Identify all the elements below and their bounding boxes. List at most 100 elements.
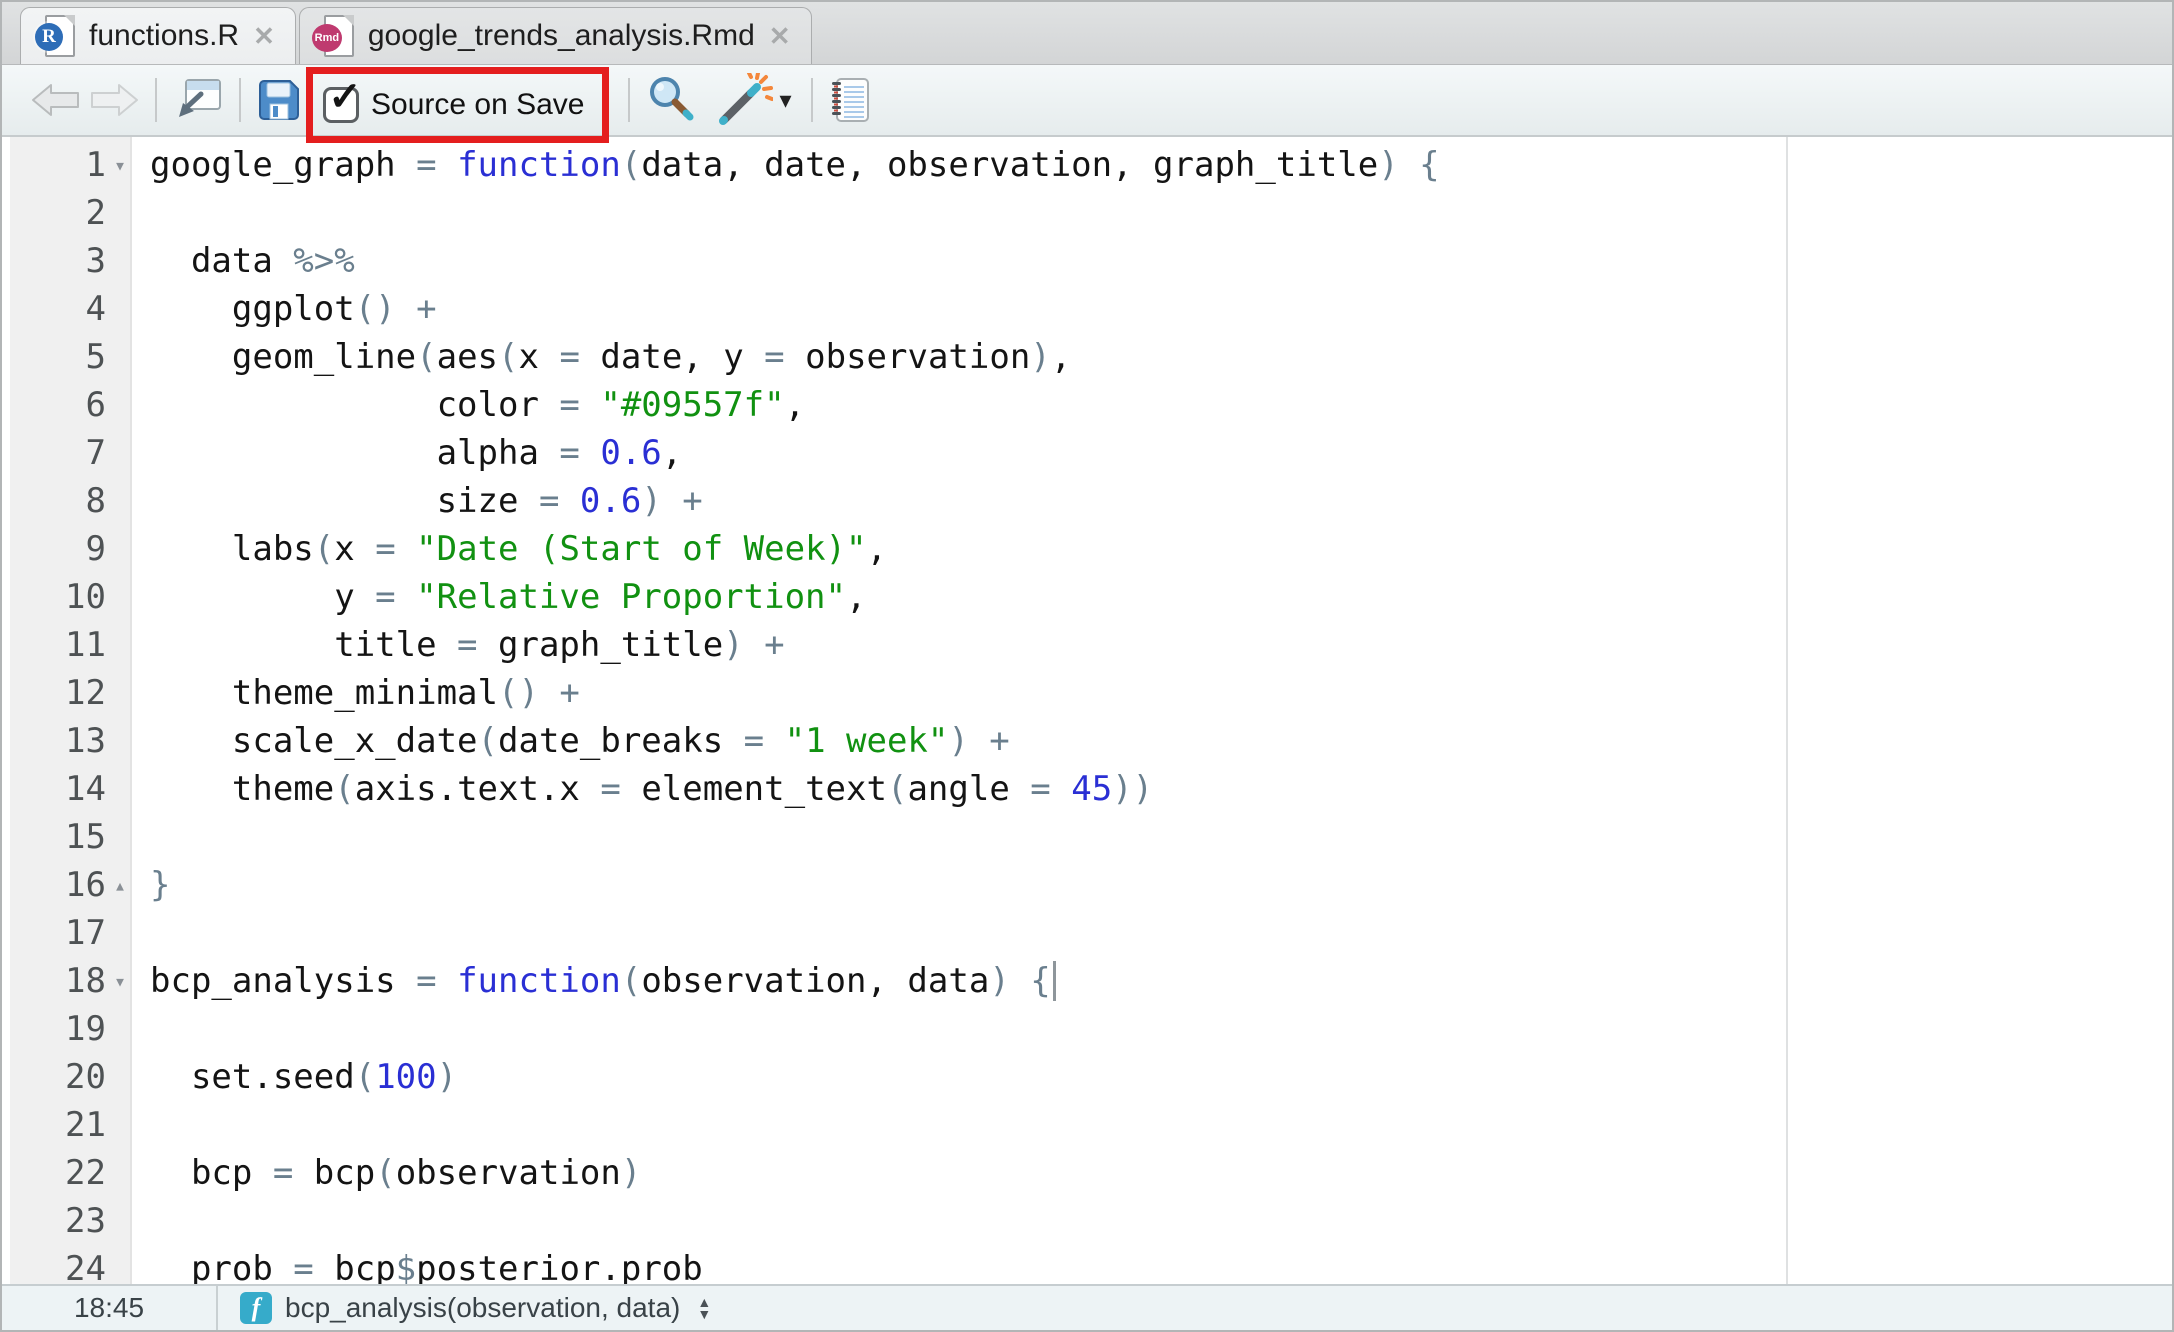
close-tab-icon[interactable]: ✕	[769, 23, 791, 49]
code-text: geom_line(aes(x = date, y = observation)…	[134, 337, 1071, 377]
checkmark-icon: ✓	[328, 74, 362, 120]
line-number: 5	[2, 337, 106, 377]
save-button[interactable]	[256, 77, 302, 123]
line-number: 22	[2, 1153, 106, 1193]
toolbar-separator	[239, 78, 241, 122]
popout-window-icon	[172, 77, 224, 123]
code-line[interactable]: 17	[2, 909, 2172, 957]
scope-updown-icon: ▲ ▼	[697, 1296, 711, 1320]
line-number: 11	[2, 625, 106, 665]
code-text: title = graph_title) +	[134, 625, 785, 665]
line-number: 14	[2, 769, 106, 809]
line-number: 24	[2, 1249, 106, 1284]
line-number: 2	[2, 193, 106, 233]
line-number: 23	[2, 1201, 106, 1241]
tab-google-trends-analysis-rmd[interactable]: Rmd google_trends_analysis.Rmd ✕	[299, 7, 812, 64]
back-button[interactable]	[30, 80, 82, 120]
code-text: set.seed(100)	[134, 1057, 457, 1097]
line-number: 7	[2, 433, 106, 473]
source-on-save-highlight: ✓ Source on Save	[306, 67, 609, 143]
tab-bar: R functions.R ✕ Rmd google_trends_analys…	[2, 2, 2172, 65]
r-file-icon: R	[37, 14, 77, 58]
code-line[interactable]: 6 color = "#09557f",	[2, 381, 2172, 429]
forward-button[interactable]	[88, 80, 140, 120]
code-tools-caret-icon[interactable]: ▾	[779, 86, 791, 115]
code-line[interactable]: 15	[2, 813, 2172, 861]
code-line[interactable]: 11 title = graph_title) +	[2, 621, 2172, 669]
cursor-position[interactable]: 18:45	[2, 1286, 218, 1330]
code-line[interactable]: 12 theme_minimal() +	[2, 669, 2172, 717]
code-line[interactable]: 1▾google_graph = function(data, date, ob…	[2, 141, 2172, 189]
code-line[interactable]: 14 theme(axis.text.x = element_text(angl…	[2, 765, 2172, 813]
compile-notebook-button[interactable]	[828, 76, 872, 124]
code-line[interactable]: 2	[2, 189, 2172, 237]
code-line[interactable]: 21	[2, 1101, 2172, 1149]
code-text: theme(axis.text.x = element_text(angle =…	[134, 769, 1153, 809]
toolbar-separator	[811, 78, 813, 122]
tab-label: functions.R	[89, 19, 239, 53]
line-number: 9	[2, 529, 106, 569]
code-line[interactable]: 18▾bcp_analysis = function(observation, …	[2, 957, 2172, 1005]
code-text: theme_minimal() +	[134, 673, 580, 713]
source-on-save-label: Source on Save	[371, 88, 584, 122]
line-number: 19	[2, 1009, 106, 1049]
show-in-new-window-button[interactable]	[172, 77, 224, 123]
code-text: bcp = bcp(observation)	[134, 1153, 641, 1193]
code-text: }	[134, 865, 170, 905]
code-text: y = "Relative Proportion",	[134, 577, 866, 617]
tab-functions-r[interactable]: R functions.R ✕	[20, 7, 296, 64]
line-number: 18	[2, 961, 106, 1001]
fold-down-icon[interactable]: ▾	[106, 153, 134, 177]
magic-wand-icon	[711, 73, 773, 127]
fold-up-icon[interactable]: ▴	[106, 873, 134, 897]
rmd-badge-icon: Rmd	[312, 24, 342, 52]
editor-toolbar: ✓ Source on Save	[2, 65, 2172, 137]
code-lines: 1▾google_graph = function(data, date, ob…	[2, 141, 2172, 1284]
line-number: 6	[2, 385, 106, 425]
line-number: 8	[2, 481, 106, 521]
toolbar-separator	[155, 78, 157, 122]
code-line[interactable]: 9 labs(x = "Date (Start of Week)",	[2, 525, 2172, 573]
line-number: 13	[2, 721, 106, 761]
code-text: size = 0.6) +	[134, 481, 703, 521]
code-text: ggplot() +	[134, 289, 437, 329]
code-line[interactable]: 5 geom_line(aes(x = date, y = observatio…	[2, 333, 2172, 381]
code-line[interactable]: 16▴}	[2, 861, 2172, 909]
scope-label: bcp_analysis(observation, data)	[285, 1292, 680, 1324]
code-text: scale_x_date(date_breaks = "1 week") +	[134, 721, 1010, 761]
scope-selector[interactable]: f bcp_analysis(observation, data) ▲ ▼	[218, 1292, 711, 1324]
code-tools-button[interactable]	[711, 73, 773, 127]
notebook-icon	[828, 76, 872, 124]
code-line[interactable]: 3 data %>%	[2, 237, 2172, 285]
code-line[interactable]: 10 y = "Relative Proportion",	[2, 573, 2172, 621]
source-on-save-checkbox[interactable]: ✓	[323, 87, 359, 123]
rstudio-source-pane: R functions.R ✕ Rmd google_trends_analys…	[0, 0, 2174, 1332]
line-number: 15	[2, 817, 106, 857]
code-line[interactable]: 7 alpha = 0.6,	[2, 429, 2172, 477]
line-number: 16	[2, 865, 106, 905]
function-scope-icon: f	[240, 1292, 272, 1324]
find-replace-button[interactable]	[645, 74, 697, 126]
close-tab-icon[interactable]: ✕	[253, 23, 275, 49]
rmd-file-icon: Rmd	[316, 14, 356, 58]
line-number: 3	[2, 241, 106, 281]
code-line[interactable]: 20 set.seed(100)	[2, 1053, 2172, 1101]
code-text: google_graph = function(data, date, obse…	[134, 145, 1440, 185]
code-line[interactable]: 24 prob = bcp$posterior.prob	[2, 1245, 2172, 1284]
save-floppy-icon	[256, 77, 302, 123]
tab-label: google_trends_analysis.Rmd	[368, 19, 755, 53]
code-line[interactable]: 19	[2, 1005, 2172, 1053]
toolbar-separator	[628, 78, 630, 122]
code-text: color = "#09557f",	[134, 385, 805, 425]
code-line[interactable]: 22 bcp = bcp(observation)	[2, 1149, 2172, 1197]
code-line[interactable]: 13 scale_x_date(date_breaks = "1 week") …	[2, 717, 2172, 765]
code-editor[interactable]: 1▾google_graph = function(data, date, ob…	[2, 137, 2172, 1284]
code-line[interactable]: 4 ggplot() +	[2, 285, 2172, 333]
fold-down-icon[interactable]: ▾	[106, 969, 134, 993]
code-text: alpha = 0.6,	[134, 433, 682, 473]
code-line[interactable]: 23	[2, 1197, 2172, 1245]
line-number: 21	[2, 1105, 106, 1145]
line-number: 10	[2, 577, 106, 617]
code-line[interactable]: 8 size = 0.6) +	[2, 477, 2172, 525]
line-number: 4	[2, 289, 106, 329]
